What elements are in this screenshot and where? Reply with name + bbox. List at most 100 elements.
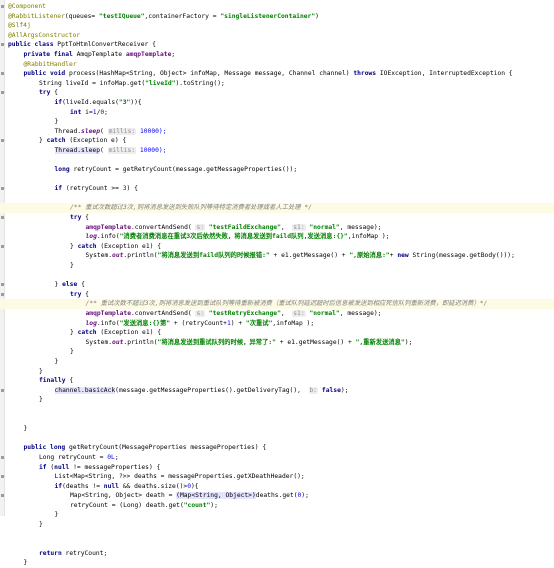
code-line[interactable] (0, 271, 554, 281)
fold-marker-icon[interactable] (1, 475, 4, 479)
code-line[interactable]: amqpTemplate.convertAndSend( s: "testFai… (0, 223, 554, 233)
code-line[interactable]: if (null != messageProperties) { (0, 463, 554, 473)
code-line[interactable] (0, 434, 554, 444)
fold-marker-icon[interactable] (1, 139, 4, 143)
code-line[interactable]: Map<String, Object> death = (Map<String,… (0, 491, 554, 501)
fold-marker-icon[interactable] (1, 292, 4, 296)
code-line[interactable]: log.info("消费者消费消息在重试3次后依然失败，将消息发送到faild队… (0, 232, 554, 242)
code-line[interactable]: /** 重试次数超过3次,则将消息发送到失败队列等待特定消费者处理或者人工处理 … (0, 203, 554, 214)
code-token: channel.basicAck (54, 386, 116, 394)
code-line[interactable] (0, 405, 554, 415)
code-token: .println( (123, 338, 158, 346)
code-line[interactable]: } (0, 347, 554, 357)
code-line[interactable]: } (0, 261, 554, 271)
code-line[interactable]: System.out.println("将消息发送到faild队列的时候报错:"… (0, 251, 554, 261)
fold-marker-icon[interactable] (1, 91, 4, 95)
code-line[interactable]: Long retryCount = 0L; (0, 453, 554, 463)
code-line[interactable]: Thread.sleep( millis: 10000); (0, 146, 554, 156)
code-line[interactable] (0, 539, 554, 549)
code-editor[interactable]: @Component @RabbitListener(queues= "testI… (0, 0, 554, 566)
code-token: amqpTemplate (85, 310, 132, 317)
code-token: "将消息发送到重试队列的时候，异常了:" (157, 338, 276, 346)
code-line[interactable] (0, 194, 554, 204)
code-token: public class (8, 41, 58, 49)
code-token: ).toString(); (175, 79, 225, 87)
code-token: catch (46, 137, 70, 145)
code-line[interactable]: System.out.println("将消息发送到重试队列的时候，异常了:" … (0, 338, 554, 348)
code-line[interactable]: try { (0, 88, 554, 98)
fold-marker-icon[interactable] (1, 388, 4, 392)
code-line[interactable] (0, 156, 554, 166)
code-line[interactable]: return retryCount; (0, 549, 554, 559)
fold-marker-icon[interactable] (1, 455, 4, 459)
code-line[interactable]: int i=1/0; (0, 108, 554, 118)
fold-marker-icon[interactable] (1, 244, 4, 248)
code-line[interactable]: } (0, 520, 554, 530)
code-line[interactable]: try { (0, 290, 554, 300)
code-line[interactable]: @AllArgsConstructor (0, 31, 554, 41)
code-token: try (39, 89, 55, 97)
code-line[interactable]: log.info("发送消息:{}第" + (retryCount+1) + "… (0, 319, 554, 329)
code-line[interactable]: } (0, 510, 554, 520)
code-line[interactable] (0, 530, 554, 540)
code-line[interactable]: } else { (0, 280, 554, 290)
code-line[interactable]: } catch (Exception e1) { (0, 328, 554, 338)
code-token: { (85, 290, 89, 298)
code-line[interactable]: @RabbitHandler (0, 60, 554, 70)
code-text: if (retryCount >= 3) { (55, 184, 138, 194)
code-line[interactable]: public void process(HashMap<String, Obje… (0, 69, 554, 79)
code-line[interactable]: public long getRetryCount(MessagePropert… (0, 443, 554, 453)
code-token: if (54, 482, 63, 490)
code-text: String liveId = infoMap.get("liveId").to… (39, 79, 225, 89)
code-line[interactable] (0, 175, 554, 185)
code-token: } (39, 396, 43, 404)
code-token: 10000); (136, 146, 167, 154)
code-line[interactable]: List<Map<String, ?>> deaths = messagePro… (0, 472, 554, 482)
code-line[interactable]: } catch (Exception e) { (0, 136, 554, 146)
code-line[interactable]: /** 重试次数不超过3次,则将消息发送到重试队列等待重新被消费（重试队列延迟超… (0, 299, 554, 309)
code-line[interactable]: } (0, 558, 554, 568)
code-token: int (70, 108, 86, 116)
code-token: , (280, 223, 293, 231)
code-line[interactable]: } catch (Exception e1) { (0, 242, 554, 252)
code-token: + e1.getMessage() + (269, 252, 350, 260)
code-line[interactable]: @Component (0, 2, 554, 12)
code-line[interactable] (0, 415, 554, 425)
code-line[interactable]: if (retryCount >= 3) { (0, 184, 554, 194)
code-line[interactable]: } (0, 367, 554, 377)
fold-marker-icon[interactable] (1, 5, 4, 8)
code-line[interactable]: String liveId = infoMap.get("liveId").to… (0, 79, 554, 89)
code-line[interactable]: try { (0, 213, 554, 223)
code-line[interactable]: } (0, 395, 554, 405)
fold-marker-icon[interactable] (1, 72, 4, 76)
code-token: .println( (123, 252, 158, 260)
fold-marker-icon[interactable] (1, 216, 4, 220)
code-token: return (39, 549, 66, 557)
code-lines[interactable]: @Component @RabbitListener(queues= "testI… (0, 2, 554, 568)
code-token: } (39, 137, 47, 145)
fold-marker-icon[interactable] (1, 43, 4, 47)
code-line[interactable]: if(liveId.equals("3")){ (0, 98, 554, 108)
fold-marker-icon[interactable] (1, 494, 4, 498)
code-line[interactable]: } (0, 117, 554, 127)
code-line[interactable]: } (0, 424, 554, 434)
code-line[interactable]: @Slf4j (0, 21, 554, 31)
fold-marker-icon[interactable] (1, 283, 4, 287)
code-token: "singleListenerContainer" (220, 12, 316, 20)
code-line[interactable]: finally { (0, 376, 554, 386)
parameter-hint: s: (195, 223, 206, 231)
code-token: (liveId.equals( (62, 98, 119, 106)
code-line[interactable]: retryCount = (Long) death.get("count"); (0, 501, 554, 511)
code-line[interactable]: long retryCount = getRetryCount(message.… (0, 165, 554, 175)
code-line[interactable]: channel.basicAck(message.getMessagePrope… (0, 386, 554, 396)
code-line[interactable]: public class PptToHtmlConvertReceiver { (0, 40, 554, 50)
code-line[interactable]: amqpTemplate.convertAndSend( s: "testRet… (0, 309, 554, 319)
code-line[interactable]: @RabbitListener(queues= "testIQueue",con… (0, 12, 554, 22)
code-line[interactable]: if(deaths != null && deaths.size()>0){ (0, 482, 554, 492)
code-line[interactable]: } (0, 357, 554, 367)
fold-marker-icon[interactable] (1, 187, 4, 191)
code-text: Long retryCount = 0L; (39, 453, 119, 463)
code-line[interactable]: Thread.sleep( millis: 10000); (0, 127, 554, 137)
code-line[interactable]: private final AmqpTemplate amqpTemplate; (0, 50, 554, 60)
code-text: System.out.println("将消息发送到重试队列的时候，异常了:" … (86, 338, 413, 348)
